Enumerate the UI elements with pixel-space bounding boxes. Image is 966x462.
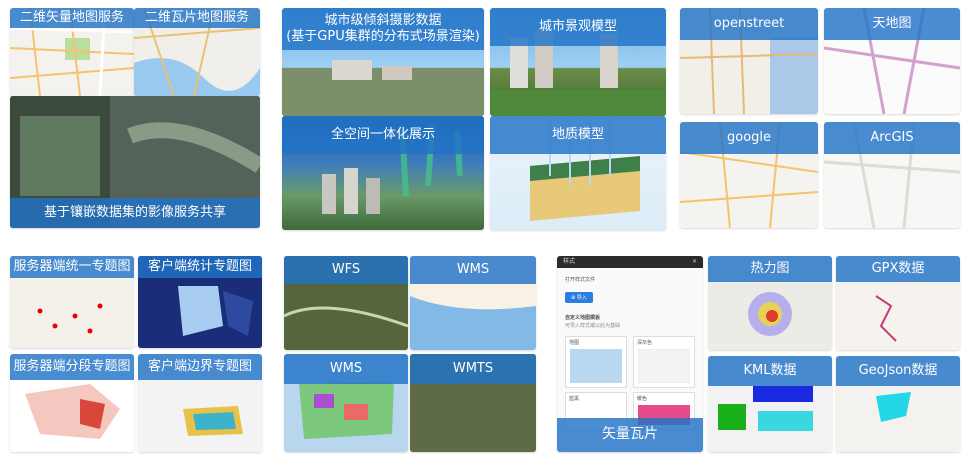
tile-wms-bottom[interactable]: WMS bbox=[284, 354, 408, 452]
tile-google[interactable]: google bbox=[680, 122, 818, 228]
tile-wfs[interactable]: WFS bbox=[284, 256, 408, 350]
tile-label: WMS bbox=[284, 354, 408, 384]
tile-label: KML数据 bbox=[708, 356, 832, 386]
custom-template-label: 自定义地图模板 bbox=[565, 315, 601, 321]
style-card-label: 深灰色 bbox=[637, 340, 653, 346]
tile-label: ArcGIS bbox=[824, 122, 960, 154]
panel-title: 样式 bbox=[563, 258, 576, 265]
tile-label: 服务器端统一专题图 bbox=[10, 256, 134, 278]
tile-tile-map[interactable]: 二维瓦片地图服务 bbox=[134, 8, 260, 96]
tile-label: 二维瓦片地图服务 bbox=[134, 8, 260, 28]
tile-tianditu[interactable]: 天地图 bbox=[824, 8, 960, 114]
tile-label: google bbox=[680, 122, 818, 154]
tile-oblique-photo[interactable]: 城市级倾斜摄影数据 (基于GPU集群的分布式场景渲染) bbox=[282, 8, 484, 116]
style-card[interactable]: 地图 bbox=[565, 336, 627, 388]
tile-label: 全空间一体化展示 bbox=[282, 116, 484, 154]
style-card-label: 地图 bbox=[569, 340, 580, 346]
custom-template-sub: 可导入样式或以此为基础 bbox=[565, 323, 621, 329]
tile-label: 地质模型 bbox=[490, 116, 666, 154]
tile-gpx[interactable]: GPX数据 bbox=[836, 256, 960, 350]
tile-label: 城市景观模型 bbox=[490, 8, 666, 46]
tile-client-border-thematic[interactable]: 客户端边界专题图 bbox=[138, 354, 262, 452]
tile-heatmap[interactable]: 热力图 bbox=[708, 256, 832, 350]
tile-label: 基于镶嵌数据集的影像服务共享 bbox=[10, 198, 260, 228]
tile-openstreet[interactable]: openstreet bbox=[680, 8, 818, 114]
tile-mosaic-imagery[interactable]: 基于镶嵌数据集的影像服务共享 bbox=[10, 96, 260, 228]
tile-kml[interactable]: KML数据 bbox=[708, 356, 832, 452]
tile-geology-model[interactable]: 地质模型 bbox=[490, 116, 666, 230]
tile-client-stat-thematic[interactable]: 客户端统计专题图 bbox=[138, 256, 262, 348]
style-card-label: 暖色 bbox=[637, 396, 648, 402]
open-style-label: 打开样式文件 bbox=[565, 277, 596, 283]
tile-geojson[interactable]: GeoJson数据 bbox=[836, 356, 960, 452]
tile-label: GeoJson数据 bbox=[836, 356, 960, 386]
tile-label: WMTS bbox=[410, 354, 536, 384]
tile-label: GPX数据 bbox=[836, 256, 960, 282]
tile-label: WMS bbox=[410, 256, 536, 284]
tile-wmts[interactable]: WMTS bbox=[410, 354, 536, 452]
tile-label: 天地图 bbox=[824, 8, 960, 40]
tile-vector-map[interactable]: 二维矢量地图服务 bbox=[10, 8, 134, 96]
tile-server-range-thematic[interactable]: 服务器端分段专题图 bbox=[10, 354, 134, 452]
tile-server-thematic[interactable]: 服务器端统一专题图 bbox=[10, 256, 134, 348]
close-icon[interactable]: × bbox=[692, 256, 697, 268]
style-card-label: 蓝黑 bbox=[569, 396, 580, 402]
tile-arcgis[interactable]: ArcGIS bbox=[824, 122, 960, 228]
tile-label: 矢量瓦片 bbox=[557, 418, 703, 452]
style-card-preview bbox=[570, 349, 622, 383]
tile-label: 客户端统计专题图 bbox=[138, 256, 262, 278]
tile-city-model[interactable]: 城市景观模型 bbox=[490, 8, 666, 116]
tile-label: 城市级倾斜摄影数据 (基于GPU集群的分布式场景渲染) bbox=[282, 8, 484, 50]
tile-integrated-view[interactable]: 全空间一体化展示 bbox=[282, 116, 484, 230]
tile-label: openstreet bbox=[680, 8, 818, 40]
style-card-preview bbox=[638, 349, 690, 383]
style-card[interactable]: 深灰色 bbox=[633, 336, 695, 388]
import-button[interactable]: ⊕ 导入 bbox=[565, 292, 593, 303]
tile-wms-top[interactable]: WMS bbox=[410, 256, 536, 350]
tile-label: 二维矢量地图服务 bbox=[10, 8, 134, 28]
vector-tile-panel[interactable]: 样式 × 打开样式文件 ⊕ 导入 自定义地图模板 可导入样式或以此为基础 地图 … bbox=[557, 256, 703, 452]
tile-label: 热力图 bbox=[708, 256, 832, 282]
tile-label: WFS bbox=[284, 256, 408, 284]
tile-label: 服务器端分段专题图 bbox=[10, 354, 134, 380]
tile-label: 客户端边界专题图 bbox=[138, 354, 262, 380]
panel-header: 样式 × bbox=[557, 256, 703, 268]
